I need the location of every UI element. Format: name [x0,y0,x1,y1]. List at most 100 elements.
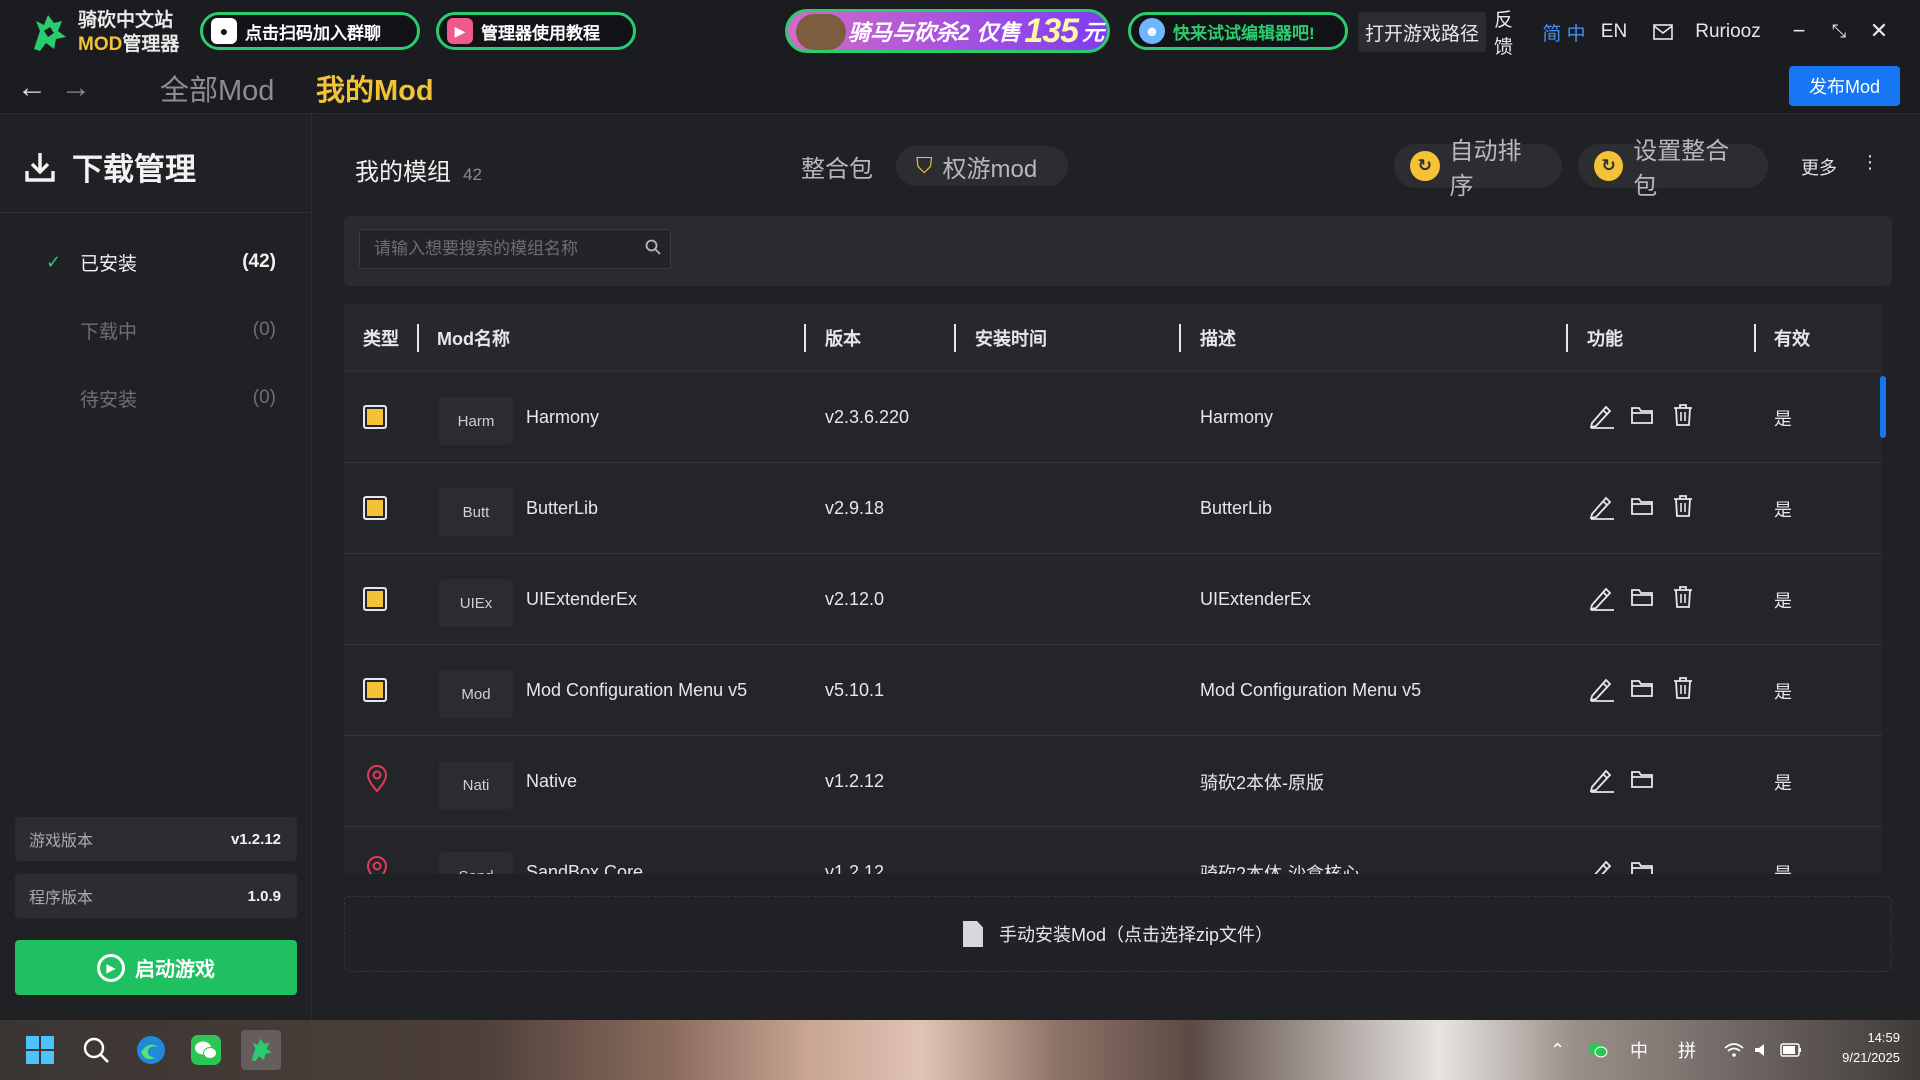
folder-icon[interactable] [1627,673,1657,703]
tab-qy-label: 权游mod [942,155,1038,183]
join-group-button[interactable]: ● 点击扫码加入群聊 [200,12,420,50]
sidebar-item-downloading[interactable]: 下载中 (0) [46,312,276,348]
edit-icon[interactable] [1587,582,1617,612]
publish-mod-button[interactable]: 发布Mod [1789,66,1900,106]
table-row[interactable]: Sand SandBox Core v1.2.12 骑砍2本体-沙盒核心 是 [344,827,1882,874]
folder-icon[interactable] [1627,400,1657,430]
search-input[interactable] [374,239,636,259]
sidebar-item-label: 下载中 [80,321,138,343]
user-button[interactable]: Ruriooz [1692,12,1764,52]
qq-icon: ● [211,18,237,44]
mod-valid: 是 [1774,499,1792,520]
mod-thumbnail: Nati [439,761,513,809]
close-icon[interactable]: ✕ [1862,14,1896,48]
tutorial-label: 管理器使用教程 [481,23,600,43]
restore-icon[interactable]: ⤡ [1822,14,1856,48]
enable-checkbox[interactable] [363,496,387,520]
mod-description: Mod Configuration Menu v5 [1200,680,1422,700]
game-version-box: 游戏版本 v1.2.12 [15,817,297,861]
sidebar-header: 下载管理 [22,144,196,189]
table-row[interactable]: Harm Harmony v2.3.6.220 Harmony 是 [344,372,1882,463]
edit-icon[interactable] [1587,855,1617,874]
tutorial-button[interactable]: ▶ 管理器使用教程 [436,12,636,50]
edit-icon[interactable] [1587,400,1617,430]
pinned-location-icon [366,855,388,874]
ime-pinyin[interactable]: 拼 [1678,1038,1696,1062]
folder-icon[interactable] [1627,582,1657,612]
open-game-path-button[interactable]: 打开游戏路径 [1358,12,1486,52]
delete-icon[interactable] [1668,491,1698,521]
feedback-button[interactable]: 反 馈 [1494,10,1536,58]
folder-icon[interactable] [1627,764,1657,794]
search-area [344,216,1892,286]
mod-count: 42 [463,165,482,184]
mail-icon[interactable] [1652,12,1674,52]
more-button[interactable]: 更多 [1801,154,1837,180]
editor-button[interactable]: ☻ 快来试试编辑器吧! [1128,12,1348,50]
search-box [359,229,671,269]
manual-install-dropzone[interactable]: 手动安装Mod（点击选择zip文件） [344,896,1892,972]
wechat-icon[interactable] [186,1030,226,1070]
edge-browser-icon[interactable] [131,1030,171,1070]
folder-icon[interactable] [1627,855,1657,874]
sidebar-item-pending[interactable]: 待安装 (0) [46,380,276,416]
table-row[interactable]: Nati Native v1.2.12 骑砍2本体-原版 是 [344,736,1882,827]
tab-my-mod[interactable]: 我的Mod [316,68,434,108]
enable-checkbox[interactable] [363,587,387,611]
volume-icon[interactable] [1754,1038,1770,1062]
start-game-button[interactable]: ▶ 启动游戏 [15,940,297,995]
table-scrollbar[interactable] [1880,376,1886,438]
enable-checkbox[interactable] [363,678,387,702]
battery-icon[interactable] [1780,1038,1802,1062]
mod-description: UIExtenderEx [1200,589,1312,609]
edit-icon[interactable] [1587,673,1617,703]
mod-valid: 是 [1774,863,1792,875]
kebab-menu-icon[interactable]: ⋮ [1861,152,1879,173]
mod-manager-taskbar-icon[interactable] [241,1030,281,1070]
folder-icon[interactable] [1627,491,1657,521]
edit-icon[interactable] [1587,491,1617,521]
table-row[interactable]: Mod Mod Configuration Menu v5 v5.10.1 Mod C… [344,645,1882,736]
ime-mode[interactable]: 中 [1630,1038,1648,1062]
sidebar-item-count: (0) [252,387,276,408]
col-divider [1754,324,1756,352]
lang-en-button[interactable]: EN [1600,12,1628,52]
mod-description: Harmony [1200,407,1274,427]
search-taskbar-icon[interactable] [76,1030,116,1070]
tray-overflow-icon[interactable]: ⌃ [1550,1038,1565,1062]
page-title: 我的模组 42 [355,152,482,187]
table-row[interactable]: Butt ButterLib v2.9.18 ButterLib 是 [344,463,1882,554]
tab-qy-mod[interactable]: ⛉ 权游mod [896,146,1068,186]
table-header: 类型 Mod名称 版本 安装时间 描述 功能 有效 [344,304,1882,372]
edit-icon[interactable] [1587,764,1617,794]
filter-icon: ⛉ [916,153,933,178]
auto-sort-button[interactable]: ↻ 自动排序 [1394,138,1562,200]
mod-thumbnail: Butt [439,488,513,536]
forward-arrow-icon[interactable]: → [58,70,94,106]
col-name: Mod名称 [437,329,510,349]
game-ad-banner[interactable]: 骑马与砍杀2 仅售 135 元 [785,9,1110,53]
delete-icon[interactable] [1668,673,1698,703]
table-row[interactable]: UIEx UIExtenderEx v2.12.0 UIExtenderEx 是 [344,554,1882,645]
lang-zh-button[interactable]: 简 中 [1542,12,1586,52]
search-icon[interactable] [636,239,670,260]
col-divider [417,324,419,352]
minimize-icon[interactable]: − [1782,14,1816,48]
mod-version: v1.2.12 [825,771,885,791]
tab-modpack[interactable]: 整合包 [801,146,873,186]
col-divider [1566,324,1568,352]
sidebar-item-installed[interactable]: ✓ 已安装 (42) [46,244,276,280]
wifi-icon[interactable] [1724,1038,1744,1062]
tab-all-mod[interactable]: 全部Mod [160,68,274,108]
delete-icon[interactable] [1668,400,1698,430]
delete-icon[interactable] [1668,582,1698,612]
set-modpack-button[interactable]: ↻ 设置整合包 [1578,138,1768,200]
sort-icon: ↻ [1410,151,1440,181]
back-arrow-icon[interactable]: ← [14,70,50,106]
tray-wechat-icon[interactable] [1588,1038,1608,1062]
system-clock[interactable]: 14:59 9/21/2025 [1820,1028,1900,1068]
mod-name: Native [526,771,578,791]
sidebar-title: 下载管理 [72,152,196,187]
windows-start-icon[interactable] [20,1030,60,1070]
enable-checkbox[interactable] [363,405,387,429]
